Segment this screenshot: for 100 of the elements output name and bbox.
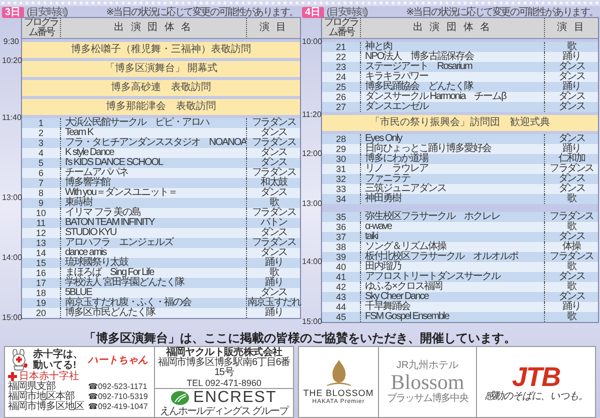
time-label: 13:00 (302, 200, 322, 208)
performer-name: With you＝ダンスユニット＝ (60, 188, 246, 198)
performer-name: 東蒔樹 (60, 198, 246, 208)
performance-type: 踊り (246, 308, 300, 318)
performer-name: taiki (360, 232, 544, 242)
program-number: 27 (322, 102, 360, 112)
performance-type: フラダンス (544, 212, 598, 222)
performance-type: ダンス (544, 184, 598, 194)
performance-type: ダンス (544, 72, 598, 82)
column-header: プログラム番号 (22, 18, 60, 39)
program-number: 16 (22, 268, 60, 278)
performance-type: フラダンス (246, 138, 300, 148)
time-label: 14:00 (2, 254, 22, 262)
performance-type: フラダンス (544, 252, 598, 262)
performer-name: 千早舞踊会 (360, 302, 544, 312)
performer-name: STUDIO KYU (60, 228, 246, 238)
program-number: 37 (322, 232, 360, 242)
sponsor-message: 「博多区演舞台」は、ここに掲載の皆様のご協賛をいただき、開催しています。 (83, 331, 517, 345)
performance-type: ダンス (544, 272, 598, 282)
performance-type: 踊り (544, 82, 598, 92)
performer-name: ダンスエンゼル (360, 102, 544, 112)
performer-name: 博多区市民どんたく隊 (60, 308, 246, 318)
schedule-note: ※当日の状況に応じて変更の可能性があります。 (106, 6, 298, 19)
program-number: 19 (22, 298, 60, 308)
program-number: 44 (322, 302, 360, 312)
program-number: 35 (322, 212, 360, 222)
column-header: 演 目 (246, 18, 300, 39)
program-number: 42 (322, 282, 360, 292)
performance-type: フラダンス (246, 208, 300, 218)
program-number: 40 (322, 262, 360, 272)
time-label: 10:00 (302, 38, 322, 46)
cross-icon (8, 372, 17, 381)
hotel-brand: JR九州ホテル (396, 360, 459, 371)
program-number: 36 (322, 222, 360, 232)
column-header: 演 目 (544, 18, 598, 39)
phone-number: ☎092-419-1047 (88, 402, 149, 412)
performance-type: 歌 (544, 42, 598, 52)
program-number: 15 (22, 258, 60, 268)
time-label: 13:00 (2, 194, 22, 202)
program-number: 3 (22, 138, 60, 148)
performance-type: ダンス (544, 92, 598, 102)
program-number: 2 (22, 128, 60, 138)
performance-type: ダンス (246, 188, 300, 198)
program-number: 43 (322, 292, 360, 302)
program-number: 28 (322, 134, 360, 144)
performer-name: 日向ひょっとこ踊り博多愛好会 (360, 144, 544, 154)
performance-type: 歌 (544, 262, 598, 272)
performance-type: 踊り (544, 52, 598, 62)
performance-type: 体操 (544, 242, 598, 252)
event-banner: 「博多区演舞台」 開幕式 (22, 61, 300, 77)
time-label: 11:20 (302, 111, 322, 119)
time-label: 15:00 (302, 318, 322, 326)
event-banner: 博多那能津会 表敬訪問 (22, 99, 300, 115)
performer-name: dance amis (60, 248, 246, 258)
office-name: 福岡市博多区地区 (8, 402, 86, 412)
phone-number: ☎092-710-5319 (88, 392, 149, 402)
performance-type: 歌 (544, 282, 598, 292)
performer-name: FSM Gospel Ensemble (360, 312, 544, 322)
performance-type: 南京玉すだれ (246, 298, 300, 308)
performer-name: Team K (60, 128, 246, 138)
performer-name: 博多響学館 (60, 178, 246, 188)
program-number: 11 (22, 218, 60, 228)
performer-name: 大浜公民館サークル ピピ・アロハ (60, 118, 246, 128)
performance-type: ダンス (246, 148, 300, 158)
performer-name: 神田勇樹 (360, 194, 544, 204)
program-number: 41 (322, 272, 360, 282)
day-badge: 3日 (2, 6, 24, 18)
performer-name: 博多民踊協会 どんたく隊 (360, 82, 544, 92)
performer-name: α-wave (360, 222, 544, 232)
program-number: 5 (22, 158, 60, 168)
hotel-name: Blossom (390, 371, 464, 393)
time-caption: (目安時刻) (26, 6, 68, 18)
program-number: 25 (322, 82, 360, 92)
performer-name: リノ ラウレア (360, 164, 544, 174)
performer-name: フラ・タヒチアンダンススタジオ NOANOA (60, 138, 246, 148)
event-banner: 博多松囃子（稚児舞・三福神）表敬訪問 (22, 42, 300, 58)
performance-type: 歌 (544, 312, 598, 322)
performance-type: フラダンス (246, 168, 300, 178)
program-number: 29 (322, 144, 360, 154)
performer-name: ソング＆リズム体操 (360, 242, 544, 252)
column-header: 出 演 団 体 名 (60, 18, 246, 39)
performance-type: フラダンス (246, 238, 300, 248)
performance-type: 踊り (544, 144, 598, 154)
performance-type: ダンス (246, 228, 300, 238)
program-number: 32 (322, 174, 360, 184)
performance-type: ダンス (246, 248, 300, 258)
program-number: 22 (322, 52, 360, 62)
performer-name: 板付北校区フラサークル オルオルポ (360, 252, 544, 262)
performer-name: アロハフラ エンジェルズ (60, 238, 246, 248)
leaf-logo-icon (171, 390, 190, 404)
day-badge: 4日 (302, 6, 324, 18)
performer-name: アフロストリートダンスサークル (360, 272, 544, 282)
program-number: 34 (322, 194, 360, 204)
performance-type: 歌 (246, 198, 300, 208)
performance-type: 踊り (246, 258, 300, 268)
performer-name: 南京玉すだれ腹・ふく・福の会 (60, 298, 246, 308)
program-number: 26 (322, 92, 360, 102)
performer-name: イリマ フラ 美の島 (60, 208, 246, 218)
performance-type: 踊り (246, 278, 300, 288)
flower-logo-icon (324, 358, 352, 388)
